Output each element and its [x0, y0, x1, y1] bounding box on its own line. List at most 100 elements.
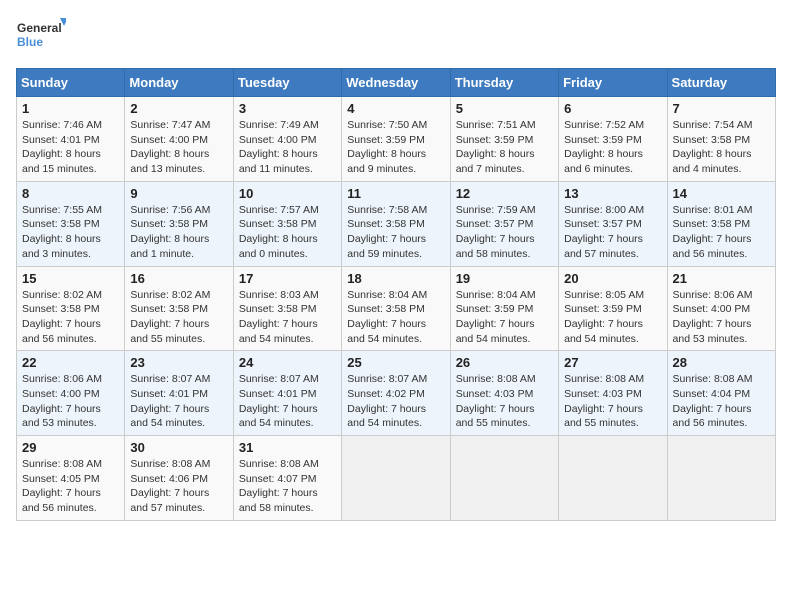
day-number: 30	[130, 440, 227, 455]
calendar-cell: 15 Sunrise: 8:02 AM Sunset: 3:58 PM Dayl…	[17, 266, 125, 351]
calendar-cell: 27 Sunrise: 8:08 AM Sunset: 4:03 PM Dayl…	[559, 351, 667, 436]
daylight-text: Daylight: 7 hours and 57 minutes.	[130, 487, 209, 514]
logo-svg: General Blue	[16, 16, 66, 56]
daylight-text: Daylight: 8 hours and 6 minutes.	[564, 148, 643, 175]
calendar-cell: 22 Sunrise: 8:06 AM Sunset: 4:00 PM Dayl…	[17, 351, 125, 436]
sunrise-text: Sunrise: 8:08 AM	[239, 458, 319, 470]
sunrise-text: Sunrise: 8:08 AM	[456, 373, 536, 385]
calendar-cell: 30 Sunrise: 8:08 AM Sunset: 4:06 PM Dayl…	[125, 436, 233, 521]
calendar-cell: 29 Sunrise: 8:08 AM Sunset: 4:05 PM Dayl…	[17, 436, 125, 521]
sunrise-text: Sunrise: 8:02 AM	[22, 289, 102, 301]
day-number: 12	[456, 186, 553, 201]
sunset-text: Sunset: 3:59 PM	[564, 134, 642, 146]
sunrise-text: Sunrise: 7:55 AM	[22, 204, 102, 216]
daylight-text: Daylight: 7 hours and 58 minutes.	[239, 487, 318, 514]
day-number: 28	[673, 355, 770, 370]
calendar-cell: 6 Sunrise: 7:52 AM Sunset: 3:59 PM Dayli…	[559, 97, 667, 182]
header-row: SundayMondayTuesdayWednesdayThursdayFrid…	[17, 69, 776, 97]
calendar-week-2: 8 Sunrise: 7:55 AM Sunset: 3:58 PM Dayli…	[17, 181, 776, 266]
sunset-text: Sunset: 3:57 PM	[456, 218, 534, 230]
header-day-tuesday: Tuesday	[233, 69, 341, 97]
sunset-text: Sunset: 3:58 PM	[239, 218, 317, 230]
sunrise-text: Sunrise: 8:06 AM	[22, 373, 102, 385]
header-day-sunday: Sunday	[17, 69, 125, 97]
daylight-text: Daylight: 8 hours and 0 minutes.	[239, 233, 318, 260]
day-number: 26	[456, 355, 553, 370]
day-number: 9	[130, 186, 227, 201]
day-number: 13	[564, 186, 661, 201]
daylight-text: Daylight: 7 hours and 57 minutes.	[564, 233, 643, 260]
daylight-text: Daylight: 8 hours and 1 minute.	[130, 233, 209, 260]
daylight-text: Daylight: 8 hours and 4 minutes.	[673, 148, 752, 175]
calendar-cell	[667, 436, 775, 521]
day-number: 19	[456, 271, 553, 286]
calendar-cell: 23 Sunrise: 8:07 AM Sunset: 4:01 PM Dayl…	[125, 351, 233, 436]
day-number: 25	[347, 355, 444, 370]
daylight-text: Daylight: 7 hours and 54 minutes.	[239, 318, 318, 345]
sunrise-text: Sunrise: 7:51 AM	[456, 119, 536, 131]
day-number: 15	[22, 271, 119, 286]
sunrise-text: Sunrise: 8:02 AM	[130, 289, 210, 301]
sunset-text: Sunset: 4:01 PM	[130, 388, 208, 400]
daylight-text: Daylight: 7 hours and 55 minutes.	[456, 403, 535, 430]
calendar-cell: 28 Sunrise: 8:08 AM Sunset: 4:04 PM Dayl…	[667, 351, 775, 436]
calendar-cell: 10 Sunrise: 7:57 AM Sunset: 3:58 PM Dayl…	[233, 181, 341, 266]
daylight-text: Daylight: 7 hours and 54 minutes.	[130, 403, 209, 430]
sunset-text: Sunset: 4:04 PM	[673, 388, 751, 400]
sunrise-text: Sunrise: 7:47 AM	[130, 119, 210, 131]
calendar-cell: 1 Sunrise: 7:46 AM Sunset: 4:01 PM Dayli…	[17, 97, 125, 182]
day-number: 29	[22, 440, 119, 455]
day-number: 31	[239, 440, 336, 455]
day-number: 14	[673, 186, 770, 201]
calendar-cell: 5 Sunrise: 7:51 AM Sunset: 3:59 PM Dayli…	[450, 97, 558, 182]
daylight-text: Daylight: 8 hours and 7 minutes.	[456, 148, 535, 175]
header-day-thursday: Thursday	[450, 69, 558, 97]
sunrise-text: Sunrise: 7:46 AM	[22, 119, 102, 131]
day-number: 18	[347, 271, 444, 286]
calendar-cell	[559, 436, 667, 521]
daylight-text: Daylight: 7 hours and 59 minutes.	[347, 233, 426, 260]
daylight-text: Daylight: 7 hours and 54 minutes.	[347, 318, 426, 345]
sunrise-text: Sunrise: 7:56 AM	[130, 204, 210, 216]
sunrise-text: Sunrise: 8:07 AM	[130, 373, 210, 385]
svg-text:General: General	[17, 21, 62, 35]
sunrise-text: Sunrise: 8:01 AM	[673, 204, 753, 216]
daylight-text: Daylight: 7 hours and 54 minutes.	[239, 403, 318, 430]
calendar-cell: 3 Sunrise: 7:49 AM Sunset: 4:00 PM Dayli…	[233, 97, 341, 182]
sunrise-text: Sunrise: 7:54 AM	[673, 119, 753, 131]
calendar-cell: 12 Sunrise: 7:59 AM Sunset: 3:57 PM Dayl…	[450, 181, 558, 266]
daylight-text: Daylight: 7 hours and 56 minutes.	[673, 403, 752, 430]
sunset-text: Sunset: 3:58 PM	[22, 303, 100, 315]
day-number: 3	[239, 101, 336, 116]
sunset-text: Sunset: 4:00 PM	[239, 134, 317, 146]
sunset-text: Sunset: 4:02 PM	[347, 388, 425, 400]
sunset-text: Sunset: 3:57 PM	[564, 218, 642, 230]
daylight-text: Daylight: 7 hours and 56 minutes.	[673, 233, 752, 260]
sunrise-text: Sunrise: 8:07 AM	[347, 373, 427, 385]
calendar-week-4: 22 Sunrise: 8:06 AM Sunset: 4:00 PM Dayl…	[17, 351, 776, 436]
daylight-text: Daylight: 7 hours and 56 minutes.	[22, 318, 101, 345]
calendar-cell: 13 Sunrise: 8:00 AM Sunset: 3:57 PM Dayl…	[559, 181, 667, 266]
calendar-week-5: 29 Sunrise: 8:08 AM Sunset: 4:05 PM Dayl…	[17, 436, 776, 521]
header-day-friday: Friday	[559, 69, 667, 97]
day-number: 10	[239, 186, 336, 201]
sunrise-text: Sunrise: 7:59 AM	[456, 204, 536, 216]
calendar-table: SundayMondayTuesdayWednesdayThursdayFrid…	[16, 68, 776, 521]
sunrise-text: Sunrise: 8:07 AM	[239, 373, 319, 385]
daylight-text: Daylight: 7 hours and 55 minutes.	[130, 318, 209, 345]
day-number: 24	[239, 355, 336, 370]
sunrise-text: Sunrise: 7:49 AM	[239, 119, 319, 131]
sunrise-text: Sunrise: 8:08 AM	[130, 458, 210, 470]
day-number: 1	[22, 101, 119, 116]
sunset-text: Sunset: 3:59 PM	[456, 303, 534, 315]
sunset-text: Sunset: 3:58 PM	[673, 134, 751, 146]
calendar-cell: 25 Sunrise: 8:07 AM Sunset: 4:02 PM Dayl…	[342, 351, 450, 436]
calendar-cell: 7 Sunrise: 7:54 AM Sunset: 3:58 PM Dayli…	[667, 97, 775, 182]
sunset-text: Sunset: 3:59 PM	[456, 134, 534, 146]
calendar-cell: 4 Sunrise: 7:50 AM Sunset: 3:59 PM Dayli…	[342, 97, 450, 182]
calendar-week-1: 1 Sunrise: 7:46 AM Sunset: 4:01 PM Dayli…	[17, 97, 776, 182]
day-number: 11	[347, 186, 444, 201]
day-number: 7	[673, 101, 770, 116]
daylight-text: Daylight: 7 hours and 53 minutes.	[22, 403, 101, 430]
sunset-text: Sunset: 3:59 PM	[347, 134, 425, 146]
